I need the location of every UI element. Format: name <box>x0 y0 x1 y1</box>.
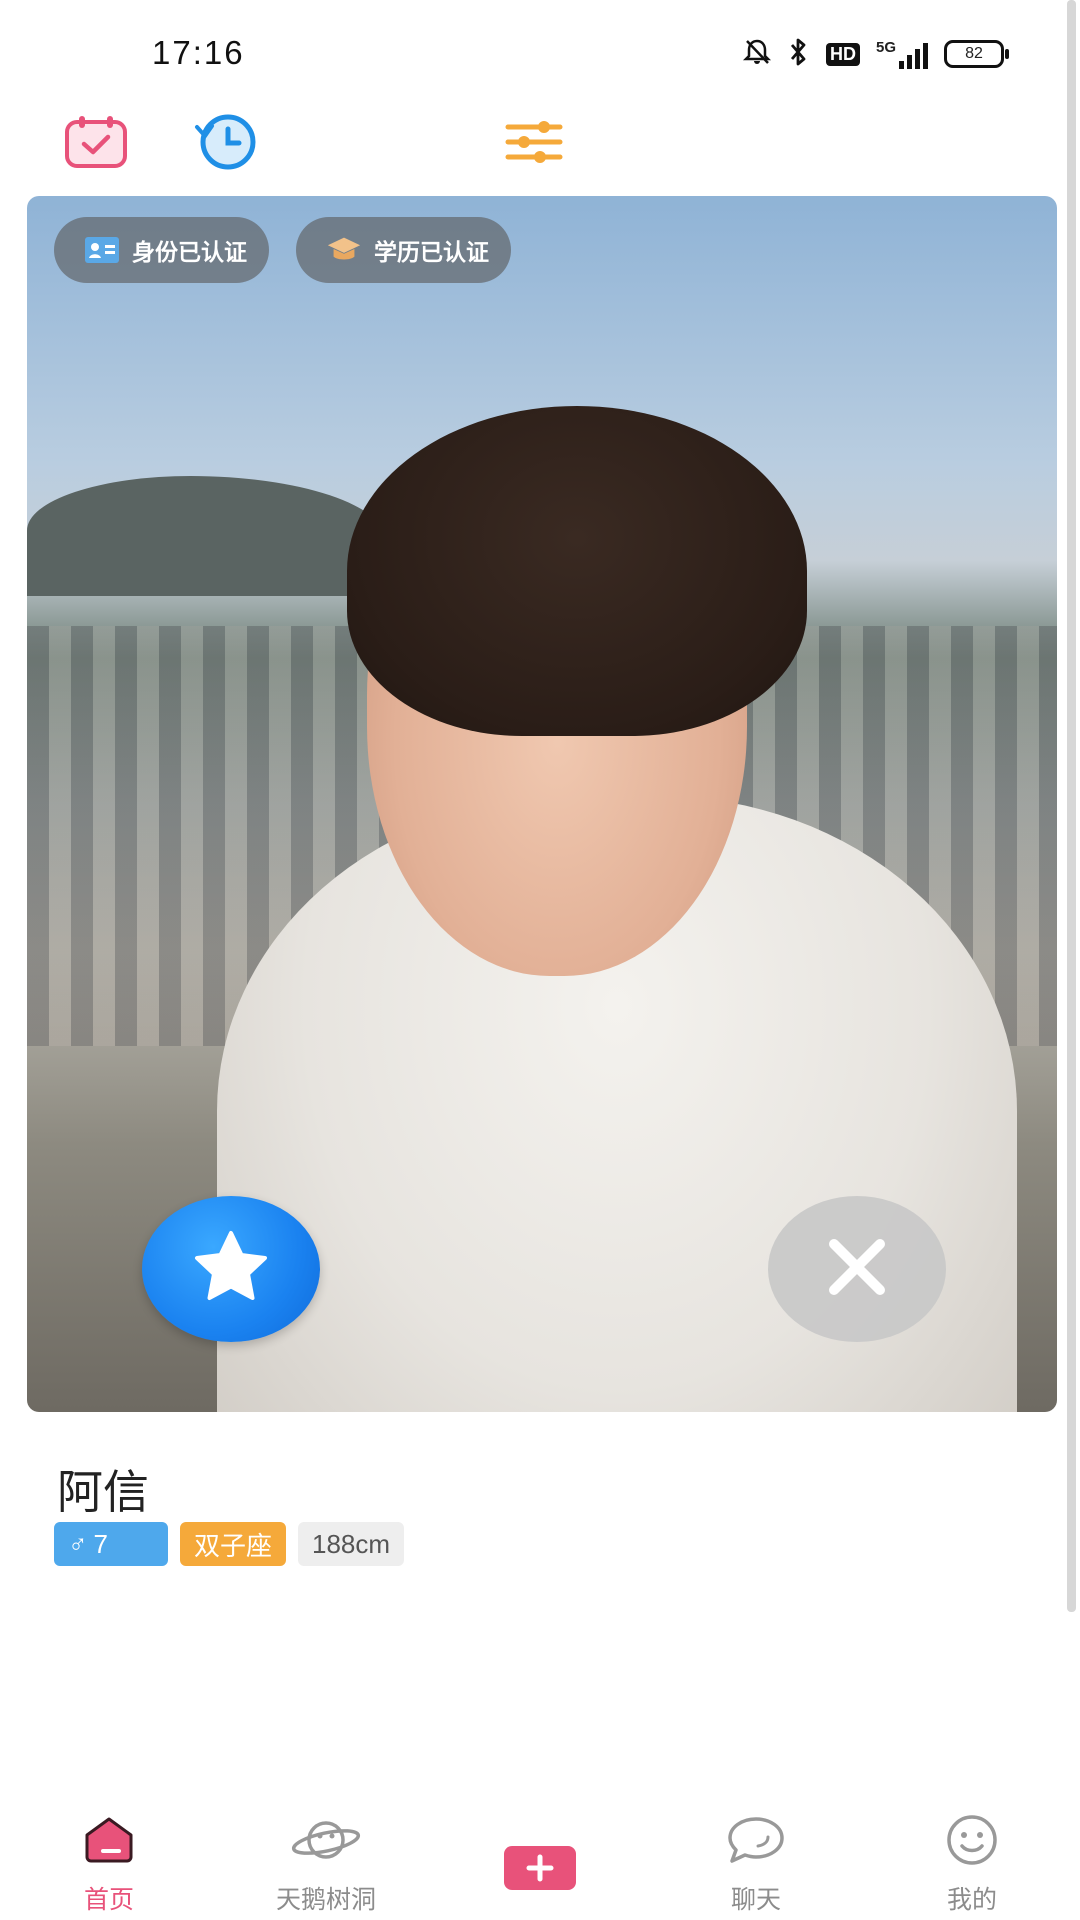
nav-item-chat[interactable]: 聊天 <box>666 1810 846 1916</box>
id-verified-label: 身份已认证 <box>132 239 247 265</box>
plus-icon <box>503 1838 577 1898</box>
star-icon <box>191 1229 271 1310</box>
nav-label-home: 首页 <box>83 1886 134 1914</box>
status-icons: HD 5G 82 <box>742 36 1010 72</box>
filter-sliders-icon[interactable] <box>494 102 574 182</box>
height-tag: 188cm <box>298 1522 405 1566</box>
education-verified-badge: 学历已认证 <box>296 217 511 283</box>
status-time: 17:16 <box>152 34 245 71</box>
mute-bell-icon <box>742 37 772 72</box>
photo-mountain <box>27 476 387 596</box>
nav-item-treehole[interactable]: 天鹅树洞 <box>236 1810 416 1916</box>
planet-icon <box>290 1810 362 1870</box>
dismiss-button[interactable] <box>768 1196 946 1342</box>
nav-label-me: 我的 <box>946 1886 997 1914</box>
id-card-icon <box>84 236 120 264</box>
gender-age-tag: ♂ 7 <box>54 1522 168 1566</box>
battery-indicator: 82 <box>944 40 1010 68</box>
network-label: 5G <box>876 39 897 56</box>
close-icon <box>822 1232 892 1307</box>
favorite-button[interactable] <box>142 1196 320 1342</box>
smiley-icon <box>944 1810 1000 1870</box>
nav-item-me[interactable]: 我的 <box>882 1810 1062 1916</box>
signal-icon: 5G <box>876 39 929 69</box>
calendar-check-icon[interactable] <box>56 102 136 182</box>
profile-name: 阿信 <box>57 1466 149 1518</box>
chat-bubble-icon <box>726 1810 786 1870</box>
gender-symbol: ♂ <box>68 1528 88 1559</box>
nav-label-chat: 聊天 <box>730 1886 781 1914</box>
bottom-nav: 首页 天鹅树洞 聊天 我的 <box>0 1810 1080 1920</box>
history-clock-icon[interactable] <box>186 102 266 182</box>
nav-label-treehole: 天鹅树洞 <box>275 1886 376 1914</box>
hd-badge: HD <box>826 42 860 66</box>
nav-item-home[interactable]: 首页 <box>19 1810 199 1916</box>
id-verified-badge: 身份已认证 <box>54 217 269 283</box>
zodiac-tag: 双子座 <box>180 1522 287 1566</box>
bluetooth-icon <box>788 37 810 72</box>
home-icon <box>81 1810 137 1870</box>
nav-item-post[interactable] <box>450 1810 630 1908</box>
education-verified-label: 学历已认证 <box>374 239 489 265</box>
graduation-cap-icon <box>326 236 362 264</box>
profile-tags: ♂ 7 双子座 188cm <box>54 1522 405 1566</box>
scrollbar[interactable] <box>1067 0 1076 1612</box>
photo-hair <box>347 406 807 736</box>
age-value: 7 <box>93 1528 108 1559</box>
